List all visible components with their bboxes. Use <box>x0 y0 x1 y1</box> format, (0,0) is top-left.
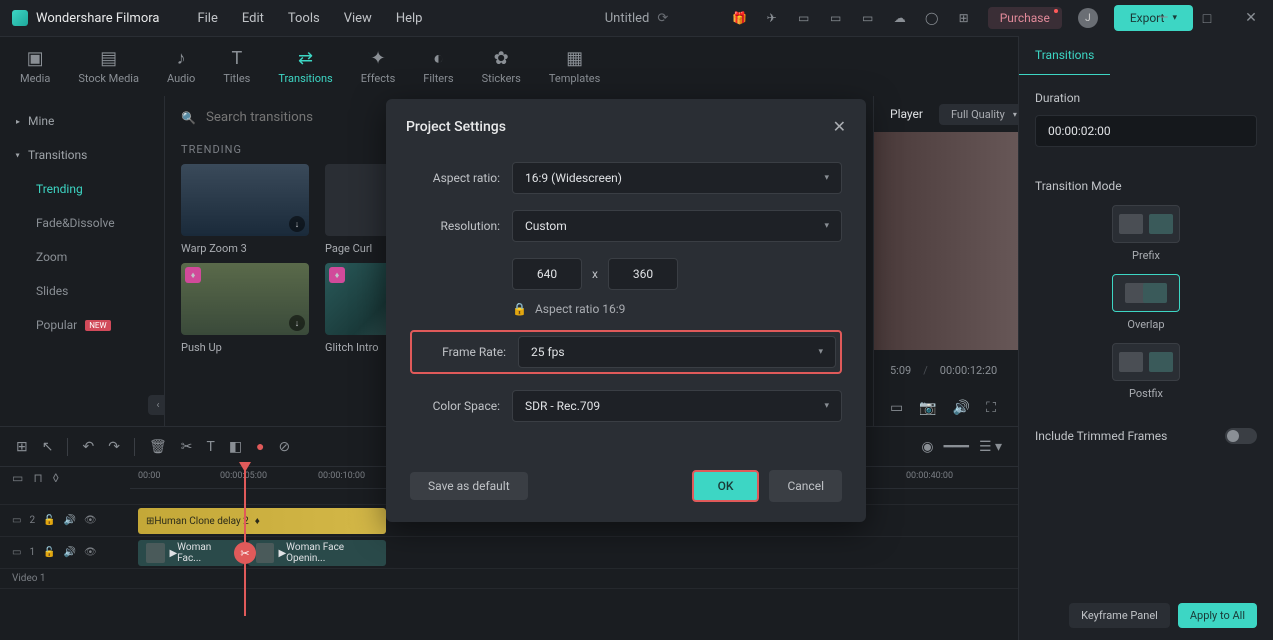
chevron-down-icon: ▾ <box>824 401 829 411</box>
chevron-down-icon: ▾ <box>818 347 823 357</box>
resolution-select[interactable]: Custom▾ <box>512 210 842 242</box>
modal-title: Project Settings <box>406 119 506 135</box>
project-settings-modal: Project Settings ✕ Aspect ratio: 16:9 (W… <box>386 99 866 522</box>
modal-overlay: Project Settings ✕ Aspect ratio: 16:9 (W… <box>0 0 1273 640</box>
ok-button[interactable]: OK <box>692 470 760 502</box>
framerate-label: Frame Rate: <box>416 345 506 359</box>
framerate-select[interactable]: 25 fps▾ <box>518 336 836 368</box>
aspect-lock-text: Aspect ratio 16:9 <box>535 302 625 316</box>
aspect-ratio-select[interactable]: 16:9 (Widescreen)▾ <box>512 162 842 194</box>
resolution-label: Resolution: <box>410 219 500 233</box>
colorspace-select[interactable]: SDR - Rec.709▾ <box>512 390 842 422</box>
modal-close-button[interactable]: ✕ <box>833 117 846 136</box>
width-input[interactable] <box>512 258 582 290</box>
height-input[interactable] <box>608 258 678 290</box>
chevron-down-icon: ▾ <box>824 221 829 231</box>
dimension-x: x <box>592 267 598 281</box>
colorspace-label: Color Space: <box>410 399 500 413</box>
cancel-button[interactable]: Cancel <box>769 470 842 502</box>
save-default-button[interactable]: Save as default <box>410 472 528 500</box>
aspect-ratio-label: Aspect ratio: <box>410 171 500 185</box>
lock-icon[interactable]: 🔒 <box>512 302 527 316</box>
chevron-down-icon: ▾ <box>824 173 829 183</box>
